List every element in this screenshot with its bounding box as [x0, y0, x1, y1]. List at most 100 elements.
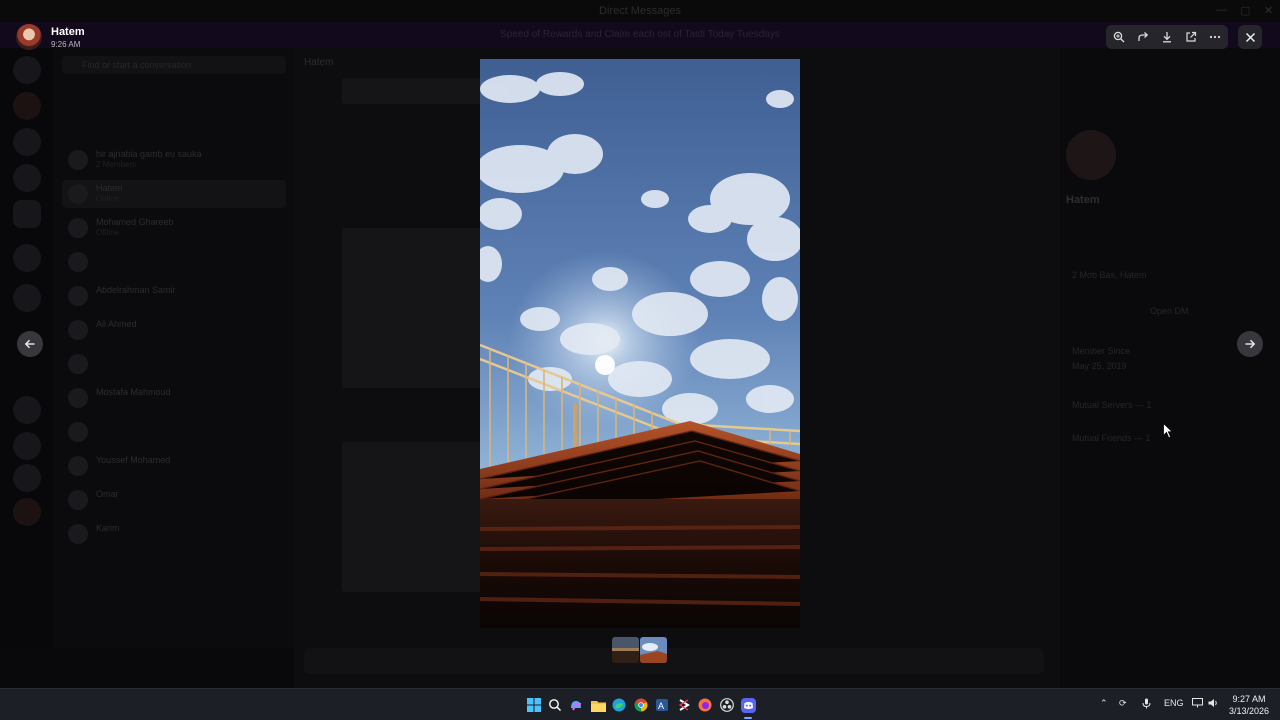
open-in-browser-button[interactable]: [1181, 27, 1201, 47]
message-timestamp: 9:26 AM: [51, 40, 81, 49]
viewer-header: Hatem 9:26 AM: [0, 22, 1280, 52]
dm-list-item: Ali Ahmed: [62, 316, 286, 344]
profile-member-since-label: Member Since: [1072, 346, 1131, 356]
dm-list-item: Karim: [62, 520, 286, 548]
chrome-app[interactable]: [632, 696, 650, 714]
dm-sidebar: Find or start a conversation hir ajnabia…: [54, 48, 294, 688]
server-icon: [13, 128, 41, 156]
chevron-up-icon[interactable]: ⌃: [1100, 698, 1108, 709]
microphone-icon[interactable]: [1142, 698, 1151, 711]
sender-name[interactable]: Hatem: [51, 26, 85, 38]
azure-data-studio-app[interactable]: A: [653, 696, 671, 714]
server-icon: [13, 92, 41, 120]
thumbnail-1[interactable]: [612, 637, 639, 663]
window-title: Direct Messages: [599, 5, 681, 17]
profile-member-since: May 25, 2019: [1072, 361, 1127, 371]
obs-app[interactable]: [718, 696, 736, 714]
window-close-icon: ✕: [1264, 5, 1274, 17]
maximize-icon: ▢: [1240, 5, 1251, 17]
start-button[interactable]: [525, 696, 543, 714]
dm-search-input: Find or start a conversation: [62, 56, 286, 74]
arrow-right-icon: [1245, 339, 1256, 349]
windows-taskbar: A ⌃ ⟳ ENG 9:27 AM 3/13/2026: [0, 688, 1280, 720]
file-explorer-app[interactable]: [589, 696, 607, 714]
volume-icon[interactable]: [1208, 698, 1219, 710]
copilot-icon: [571, 701, 582, 711]
server-rail: [0, 48, 54, 688]
obs-icon: [720, 698, 734, 712]
dm-list-item: [62, 350, 286, 378]
server-icon: [13, 396, 41, 424]
forward-icon: [1138, 32, 1149, 41]
dm-list-item: [62, 248, 286, 276]
close-viewer-button[interactable]: [1238, 25, 1262, 49]
more-options-button[interactable]: [1205, 27, 1225, 47]
chrome-icon: [634, 698, 648, 712]
dm-list-item: Youssef Mohamed: [62, 452, 286, 480]
discord-icon: [740, 697, 756, 713]
firefox-app[interactable]: [696, 696, 714, 714]
dm-list-item: Mostafa Mahmoud: [62, 384, 286, 412]
capcut-app[interactable]: [675, 696, 693, 714]
mouse-cursor-icon: [1163, 423, 1173, 439]
dm-list-item: Abdelrahman Samir: [62, 282, 286, 310]
open-external-icon: [1186, 31, 1197, 42]
message-image: [342, 442, 482, 592]
server-icon: [13, 56, 41, 84]
server-icon: [13, 498, 41, 526]
profile-panel: Hatem 2 Mob Bas, Hatem Open DM Member Si…: [1060, 48, 1280, 688]
dm-list-item: Mohamed Ghareeb Offline: [62, 214, 286, 242]
more-options-icon: [1209, 35, 1221, 39]
sync-icon[interactable]: ⟳: [1119, 698, 1127, 709]
profile-mutual-servers: Mutual Servers — 1: [1072, 400, 1152, 410]
dm-list-item: [62, 418, 286, 446]
server-icon: [13, 244, 41, 272]
language-indicator[interactable]: ENG: [1164, 698, 1184, 708]
search-icon: [549, 699, 562, 712]
media-image[interactable]: [480, 59, 800, 628]
download-icon: [1163, 32, 1171, 43]
minimize-icon: —: [1216, 4, 1227, 16]
copilot-app[interactable]: [567, 696, 585, 714]
edge-icon: [612, 698, 626, 712]
profile-avatar: [1066, 130, 1116, 180]
avatar[interactable]: [16, 24, 42, 50]
network-icon[interactable]: [1192, 698, 1203, 710]
thumbnail-strip: [612, 637, 668, 663]
discord-app[interactable]: [739, 696, 757, 714]
previous-image-button[interactable]: [17, 331, 43, 357]
window-titlebar: Direct Messages — ▢ ✕: [0, 0, 1280, 22]
windows-start-icon: [527, 698, 541, 712]
sky-rooftop-photo: [480, 59, 800, 628]
taskbar-search-button[interactable]: [546, 696, 564, 714]
clock-date[interactable]: 3/13/2026: [1226, 706, 1272, 716]
message-image: [342, 228, 482, 388]
next-image-button[interactable]: [1237, 331, 1263, 357]
profile-group: 2 Mob Bas, Hatem: [1072, 270, 1147, 280]
arrow-left-icon: [24, 339, 35, 349]
server-icon: [13, 200, 41, 228]
dm-list-item: Hatem Online: [62, 180, 286, 208]
forward-button[interactable]: [1133, 27, 1153, 47]
clock-time[interactable]: 9:27 AM: [1228, 694, 1270, 704]
thumbnail-2[interactable]: [640, 637, 667, 663]
zoom-in-button[interactable]: [1109, 27, 1129, 47]
server-icon: [13, 284, 41, 312]
download-button[interactable]: [1157, 27, 1177, 47]
file-explorer-icon: [590, 700, 606, 712]
active-app-indicator: [744, 717, 752, 719]
profile-open-dm: Open DM: [1150, 306, 1189, 316]
server-icon: [13, 464, 41, 492]
firefox-icon: [698, 698, 712, 712]
profile-mutual-friends: Mutual Friends — 1: [1072, 433, 1151, 443]
azure-data-studio-icon: A: [656, 699, 668, 711]
profile-name: Hatem: [1066, 194, 1100, 206]
server-icon: [13, 164, 41, 192]
zoom-in-icon: [1113, 31, 1125, 43]
chat-header-name: Hatem: [304, 57, 334, 68]
edge-app[interactable]: [610, 696, 628, 714]
user-panel: [0, 648, 294, 688]
media-toolbar: [1106, 25, 1228, 49]
message-input: [304, 648, 1044, 674]
dm-list-item: Omar: [62, 486, 286, 514]
